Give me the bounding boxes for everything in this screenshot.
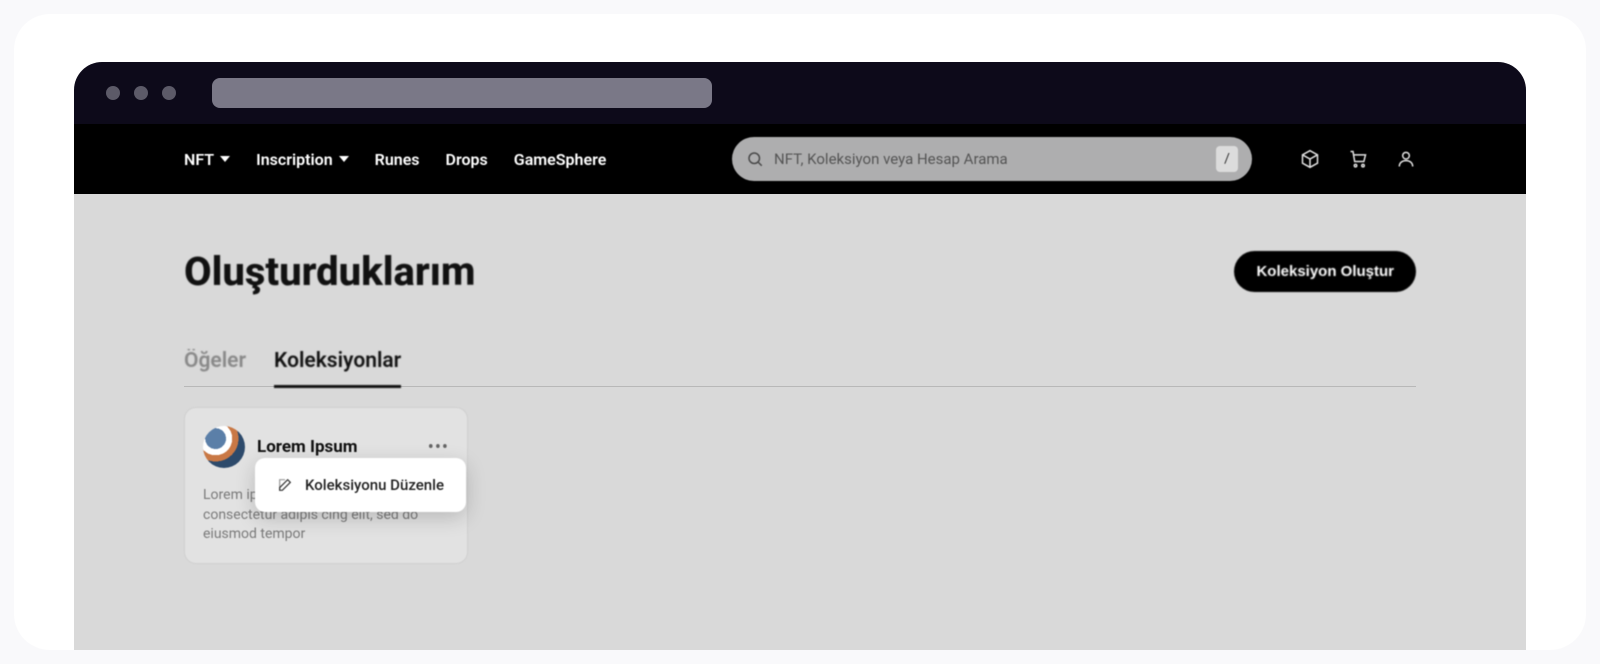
edit-icon xyxy=(277,477,293,493)
nav-gamesphere[interactable]: GameSphere xyxy=(514,150,607,169)
app-header: NFT Inscription Runes Drops GameSphere xyxy=(74,124,1526,194)
search-icon xyxy=(746,150,764,168)
collection-card[interactable]: Lorem Ipsum ••• Lorem ipsum dolor sit am… xyxy=(184,407,468,564)
chevron-down-icon xyxy=(339,156,349,162)
nav-nft[interactable]: NFT xyxy=(184,150,230,169)
nav-drops[interactable]: Drops xyxy=(446,150,488,169)
nav-label: GameSphere xyxy=(514,150,607,169)
collection-title: Lorem Ipsum xyxy=(257,437,416,457)
window-chrome xyxy=(74,62,1526,124)
tabs: Öğeler Koleksiyonlar xyxy=(184,349,1416,387)
page-body: Oluşturduklarım Koleksiyon Oluştur Öğele… xyxy=(74,194,1526,650)
search-shortcut-badge: / xyxy=(1216,146,1238,172)
nav-label: Inscription xyxy=(256,150,333,169)
traffic-lights xyxy=(106,86,176,100)
search-placeholder: NFT, Koleksiyon veya Hesap Arama xyxy=(774,150,1206,168)
context-menu: Koleksiyonu Düzenle xyxy=(255,458,466,512)
collection-avatar xyxy=(203,426,245,468)
nav-label: Runes xyxy=(375,150,420,169)
nav-label: Drops xyxy=(446,150,488,169)
search-wrap: NFT, Koleksiyon veya Hesap Arama / xyxy=(732,137,1252,181)
box-icon[interactable] xyxy=(1300,149,1320,169)
traffic-light-minimize[interactable] xyxy=(134,86,148,100)
browser-window: NFT Inscription Runes Drops GameSphere xyxy=(74,62,1526,650)
page-title: Oluşturduklarım xyxy=(184,248,475,295)
outer-frame: NFT Inscription Runes Drops GameSphere xyxy=(14,14,1586,650)
chevron-down-icon xyxy=(220,156,230,162)
nav-links: NFT Inscription Runes Drops GameSphere xyxy=(184,150,606,169)
header-icons xyxy=(1300,149,1416,169)
page-header-row: Oluşturduklarım Koleksiyon Oluştur xyxy=(184,248,1416,295)
tab-items[interactable]: Öğeler xyxy=(184,349,246,386)
nav-inscription[interactable]: Inscription xyxy=(256,150,349,169)
traffic-light-close[interactable] xyxy=(106,86,120,100)
tab-collections[interactable]: Koleksiyonlar xyxy=(274,349,401,388)
traffic-light-maximize[interactable] xyxy=(162,86,176,100)
edit-collection-menuitem[interactable]: Koleksiyonu Düzenle xyxy=(261,464,460,506)
more-icon[interactable]: ••• xyxy=(428,437,449,458)
user-icon[interactable] xyxy=(1396,149,1416,169)
nav-runes[interactable]: Runes xyxy=(375,150,420,169)
url-bar[interactable] xyxy=(212,78,712,108)
nav-label: NFT xyxy=(184,150,214,169)
create-collection-button[interactable]: Koleksiyon Oluştur xyxy=(1234,251,1416,292)
search-input[interactable]: NFT, Koleksiyon veya Hesap Arama / xyxy=(732,137,1252,181)
menu-item-label: Koleksiyonu Düzenle xyxy=(305,476,444,494)
cart-icon[interactable] xyxy=(1348,149,1368,169)
